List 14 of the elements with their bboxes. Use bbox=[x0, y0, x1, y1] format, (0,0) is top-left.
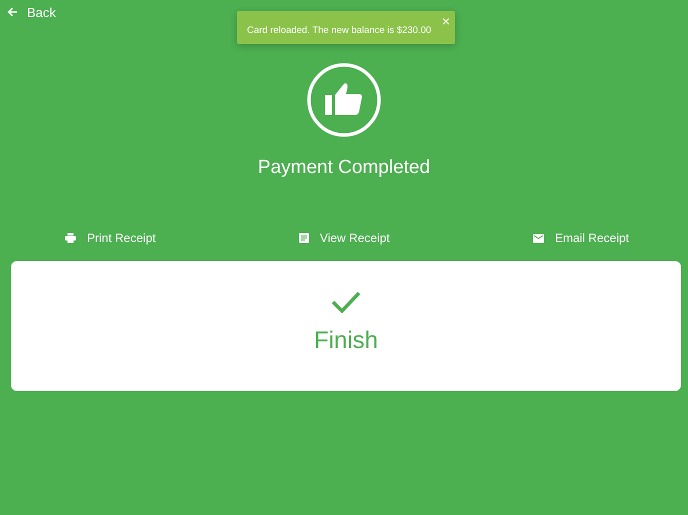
back-button[interactable]: Back bbox=[7, 4, 56, 20]
close-button[interactable]: × bbox=[442, 13, 450, 29]
document-icon bbox=[298, 233, 309, 243]
thumbs-up-icon bbox=[307, 63, 381, 137]
checkmark-icon bbox=[331, 291, 361, 313]
print-receipt-button[interactable]: Print Receipt bbox=[65, 229, 156, 247]
email-receipt-button[interactable]: Email Receipt bbox=[532, 229, 629, 247]
finish-button[interactable]: Finish bbox=[11, 261, 681, 391]
printer-icon bbox=[65, 233, 76, 243]
status-title: Payment Completed bbox=[258, 157, 430, 179]
view-receipt-button[interactable]: View Receipt bbox=[298, 229, 390, 247]
toast-message: Card reloaded. The new balance is $230.00 bbox=[247, 25, 432, 36]
back-arrow-icon bbox=[7, 7, 18, 17]
envelope-icon bbox=[532, 234, 544, 242]
